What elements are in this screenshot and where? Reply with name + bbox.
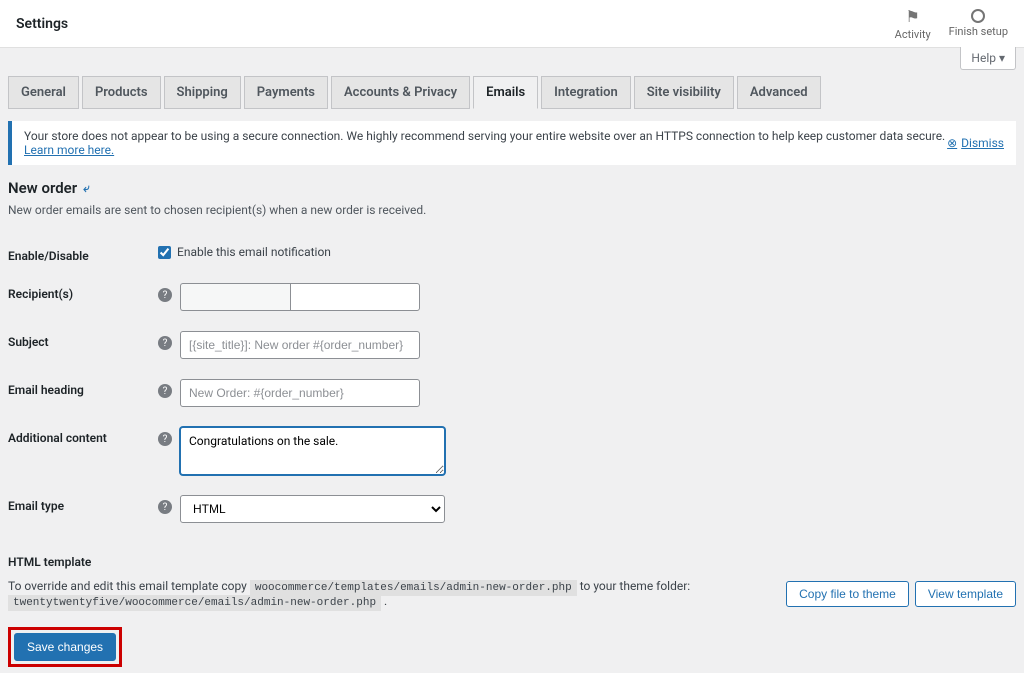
- html-template-title: HTML template: [8, 555, 1016, 569]
- tab-general[interactable]: General: [8, 76, 79, 109]
- page-title: New order ⤶: [8, 179, 1016, 197]
- tab-payments[interactable]: Payments: [244, 76, 328, 109]
- back-link[interactable]: ⤶: [83, 181, 90, 196]
- dismiss-icon: ⊗: [947, 136, 957, 150]
- additional-content-textarea[interactable]: [180, 427, 445, 475]
- flag-icon: ⚑: [905, 7, 919, 26]
- enable-disable-label: Enable/Disable: [8, 245, 158, 263]
- page-description: New order emails are sent to chosen reci…: [8, 203, 1016, 217]
- template-description: To override and edit this email template…: [8, 579, 774, 609]
- header-bar: Settings ⚑ Activity Finish setup: [0, 0, 1024, 48]
- tab-emails[interactable]: Emails: [473, 76, 538, 109]
- template-src-path: woocommerce/templates/emails/admin-new-o…: [250, 580, 577, 596]
- notice-learn-more-link[interactable]: Learn more here.: [24, 143, 114, 157]
- enable-checkbox-label: Enable this email notification: [177, 245, 331, 259]
- email-heading-label: Email heading: [8, 379, 158, 397]
- copy-file-to-theme-button[interactable]: Copy file to theme: [786, 581, 909, 607]
- activity-button[interactable]: ⚑ Activity: [895, 7, 931, 41]
- view-template-button[interactable]: View template: [915, 581, 1016, 607]
- additional-content-label: Additional content: [8, 427, 158, 445]
- email-type-label: Email type: [8, 495, 158, 513]
- save-highlight: Save changes: [8, 627, 122, 667]
- template-dst-path: twentytwentyfive/woocommerce/emails/admi…: [8, 595, 381, 611]
- header-actions: ⚑ Activity Finish setup: [895, 7, 1008, 41]
- recipients-label: Recipient(s): [8, 283, 158, 301]
- subject-input[interactable]: [180, 331, 420, 359]
- help-icon[interactable]: ?: [158, 288, 172, 302]
- activity-label: Activity: [895, 28, 931, 41]
- recipients-input-prefix[interactable]: [180, 283, 290, 311]
- finish-setup-button[interactable]: Finish setup: [949, 9, 1008, 38]
- page-header-title: Settings: [16, 16, 68, 32]
- help-icon[interactable]: ?: [158, 384, 172, 398]
- notice-text: Your store does not appear to be using a…: [24, 129, 947, 157]
- help-icon[interactable]: ?: [158, 336, 172, 350]
- tab-advanced[interactable]: Advanced: [737, 76, 821, 109]
- email-type-select[interactable]: HTML: [180, 495, 445, 523]
- save-changes-button[interactable]: Save changes: [14, 633, 116, 661]
- tab-site-visibility[interactable]: Site visibility: [634, 76, 734, 109]
- notice-dismiss-button[interactable]: ⊗ Dismiss: [947, 136, 1004, 150]
- help-icon[interactable]: ?: [158, 500, 172, 514]
- settings-tabs: General Products Shipping Payments Accou…: [8, 76, 1016, 109]
- tab-shipping[interactable]: Shipping: [164, 76, 241, 109]
- help-icon[interactable]: ?: [158, 432, 172, 446]
- tab-integration[interactable]: Integration: [541, 76, 631, 109]
- https-notice: Your store does not appear to be using a…: [8, 121, 1016, 165]
- recipients-input[interactable]: [290, 283, 420, 311]
- subject-label: Subject: [8, 331, 158, 349]
- tab-accounts-privacy[interactable]: Accounts & Privacy: [331, 76, 470, 109]
- finish-setup-label: Finish setup: [949, 25, 1008, 38]
- help-tab[interactable]: Help ▾: [960, 47, 1016, 70]
- enable-checkbox-wrap[interactable]: Enable this email notification: [158, 245, 331, 259]
- email-heading-input[interactable]: [180, 379, 420, 407]
- enable-checkbox[interactable]: [158, 246, 171, 259]
- tab-products[interactable]: Products: [82, 76, 161, 109]
- circle-progress-icon: [971, 9, 985, 23]
